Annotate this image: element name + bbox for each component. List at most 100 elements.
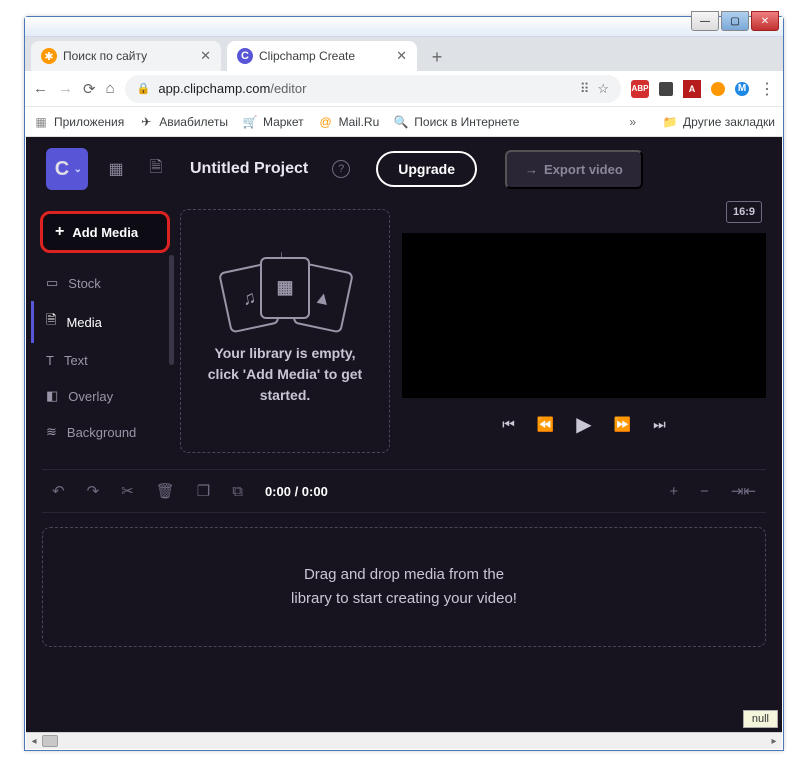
folder-icon: 📁 (662, 114, 678, 130)
add-media-button[interactable]: + Add Media (40, 211, 170, 253)
document-icon[interactable]: 🗎 (144, 156, 168, 183)
extension-icon[interactable] (659, 82, 673, 96)
window-frame: — ▢ ✕ ✱ Поиск по сайту ✕ C Clipchamp Cre… (24, 16, 784, 751)
forward-icon[interactable]: → (58, 80, 73, 97)
preview-panel: 16:9 ⏮ ⏪ ▶ ⏩ ⏭ (402, 201, 766, 461)
app-header: C⌄ ▦ 🗎 Untitled Project ? Upgrade →Expor… (26, 137, 782, 201)
empty-library-illustration: ↓ ♫ ▦ ▲ (220, 257, 350, 327)
skip-end-icon[interactable]: ⏭ (653, 416, 666, 433)
tab-title: Поиск по сайту (63, 49, 147, 63)
reload-icon[interactable]: ⟳ (83, 80, 96, 98)
back-icon[interactable]: ← (33, 80, 48, 97)
chrome-menu-icon[interactable]: ⋮ (759, 79, 775, 99)
help-icon[interactable]: ? (332, 160, 350, 178)
sidebar-item-background[interactable]: ≋Background (40, 414, 170, 450)
window-close-button[interactable]: ✕ (751, 11, 779, 31)
bookmark-item[interactable]: @Mail.Ru (318, 114, 380, 130)
fit-icon[interactable]: ⇥⇤ (731, 482, 756, 500)
timecode: 0:00 / 0:00 (265, 484, 328, 499)
window-titlebar[interactable]: — ▢ ✕ (25, 17, 783, 37)
bookmark-item[interactable]: 🔍Поиск в Интернете (393, 114, 519, 130)
tab-title: Clipchamp Create (259, 49, 355, 63)
tab-close-icon[interactable]: ✕ (200, 48, 211, 64)
scroll-left-arrow-icon[interactable]: ◂ (26, 733, 42, 749)
playback-controls: ⏮ ⏪ ▶ ⏩ ⏭ (402, 412, 766, 437)
address-bar[interactable]: 🔒 app.clipchamp.com/editor ⠿ ☆ (125, 75, 621, 103)
media-icon: 🗎 (46, 311, 56, 333)
stock-icon: ▭ (46, 275, 58, 291)
export-arrow-icon: → (525, 162, 538, 177)
plane-icon: ✈ (138, 114, 154, 130)
browser-tab[interactable]: C Clipchamp Create ✕ (227, 41, 417, 71)
bookmarks-overflow[interactable]: » (629, 115, 636, 129)
browser-toolbar: ← → ⟳ ⌂ 🔒 app.clipchamp.com/editor ⠿ ☆ A… (25, 71, 783, 107)
upgrade-button[interactable]: Upgrade (376, 151, 477, 187)
horizontal-scrollbar[interactable]: ◂ ▸ (26, 732, 782, 749)
fast-forward-icon[interactable]: ⏩ (614, 416, 631, 433)
url-path: /editor (270, 81, 306, 96)
redo-icon[interactable]: ↷ (87, 482, 100, 500)
aspect-ratio-badge[interactable]: 16:9 (726, 201, 762, 223)
profile-avatar-icon[interactable]: M (735, 82, 749, 96)
extension-abp-icon[interactable]: ABP (631, 80, 649, 98)
scrollbar-thumb[interactable] (42, 735, 58, 747)
translate-icon[interactable]: ⠿ (580, 81, 590, 97)
play-icon[interactable]: ▶ (576, 412, 591, 437)
favicon-icon: C (237, 48, 253, 64)
sidebar-item-media[interactable]: 🗎Media (31, 301, 170, 343)
home-icon[interactable]: ⌂ (106, 80, 115, 97)
apps-icon: ▦ (33, 114, 49, 130)
browser-tabstrip: ✱ Поиск по сайту ✕ C Clipchamp Create ✕ … (25, 37, 783, 71)
project-title[interactable]: Untitled Project (190, 160, 308, 178)
library-panel[interactable]: ↓ ♫ ▦ ▲ Your library is empty, click 'Ad… (180, 209, 390, 453)
app-logo[interactable]: C⌄ (46, 148, 88, 190)
browser-tab[interactable]: ✱ Поиск по сайту ✕ (31, 41, 221, 71)
bookmarks-bar: ▦Приложения ✈Авиабилеты 🛒Маркет @Mail.Ru… (25, 107, 783, 137)
layers-icon: ≋ (46, 424, 57, 440)
extension-icon[interactable] (711, 82, 725, 96)
zoom-in-icon[interactable]: + (669, 483, 678, 500)
scroll-right-arrow-icon[interactable]: ▸ (766, 733, 782, 749)
lock-icon: 🔒 (137, 82, 151, 95)
window-minimize-button[interactable]: — (691, 11, 719, 31)
url-host: app.clipchamp.com (158, 81, 270, 96)
overlay-icon: ◧ (46, 388, 58, 404)
duplicate-icon[interactable]: ⧉ (232, 483, 243, 500)
library-empty-text: Your library is empty, click 'Add Media'… (208, 343, 362, 406)
favicon-icon: ✱ (41, 48, 57, 64)
plus-icon: + (55, 223, 64, 241)
new-tab-button[interactable]: + (423, 43, 451, 71)
scissors-icon[interactable]: ✂ (121, 482, 134, 500)
timeline-dropzone[interactable]: Drag and drop media from the library to … (42, 527, 766, 647)
tab-close-icon[interactable]: ✕ (396, 48, 407, 64)
rewind-icon[interactable]: ⏪ (537, 416, 554, 433)
sidebar-item-overlay[interactable]: ◧Overlay (40, 378, 170, 414)
app-page: C⌄ ▦ 🗎 Untitled Project ? Upgrade →Expor… (26, 137, 782, 732)
timeline-toolbar: ↶ ↷ ✂ 🗑 ❐ ⧉ 0:00 / 0:00 + − ⇥⇤ (42, 469, 766, 513)
other-bookmarks[interactable]: 📁Другие закладки (662, 114, 775, 130)
bookmark-star-icon[interactable]: ☆ (597, 81, 609, 97)
bookmark-item[interactable]: ✈Авиабилеты (138, 114, 228, 130)
film-icon[interactable]: ▦ (104, 159, 128, 179)
sidebar-scrollbar[interactable] (169, 255, 174, 365)
skip-start-icon[interactable]: ⏮ (502, 416, 515, 433)
search-icon: 🔍 (393, 114, 409, 130)
trash-icon[interactable]: 🗑 (156, 482, 175, 500)
null-tooltip: null (743, 710, 778, 728)
chevron-down-icon: ⌄ (74, 164, 82, 175)
cart-icon: 🛒 (242, 114, 258, 130)
extension-pdf-icon[interactable]: A (683, 80, 701, 98)
export-video-button[interactable]: →Export video (505, 150, 643, 189)
window-maximize-button[interactable]: ▢ (721, 11, 749, 31)
copy-icon[interactable]: ❐ (197, 482, 210, 500)
sidebar: + Add Media ▭Stock 🗎Media TText ◧Overlay… (26, 201, 176, 461)
bookmark-apps[interactable]: ▦Приложения (33, 114, 124, 130)
undo-icon[interactable]: ↶ (52, 482, 65, 500)
video-card-icon: ▦ (260, 257, 310, 319)
at-icon: @ (318, 114, 334, 130)
bookmark-item[interactable]: 🛒Маркет (242, 114, 304, 130)
zoom-out-icon[interactable]: − (700, 483, 709, 500)
sidebar-item-text[interactable]: TText (40, 343, 170, 378)
video-preview[interactable] (402, 233, 766, 398)
sidebar-item-stock[interactable]: ▭Stock (40, 265, 170, 301)
